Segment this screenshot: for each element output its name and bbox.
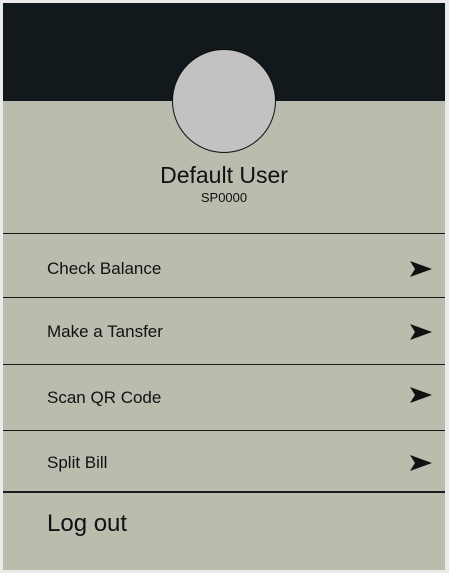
arrow-right-icon [410,455,432,471]
menu-item-split-bill[interactable]: Split Bill [3,431,445,493]
menu-item-scan-qr-code[interactable]: Scan QR Code [3,365,445,427]
profile-menu-panel: Default User SP0000 Check Balance Make a… [3,3,445,570]
arrow-right-icon [410,261,432,277]
user-name: Default User [160,162,288,188]
arrow-right-icon [410,324,432,340]
menu-item-make-transfer[interactable]: Make a Tansfer [3,298,445,360]
menu-item-check-balance[interactable]: Check Balance [3,234,445,296]
menu-item-label: Check Balance [47,259,162,278]
menu-item-label: Make a Tansfer [47,322,163,341]
menu-item-label: Scan QR Code [47,388,162,407]
logout-button[interactable]: Log out [47,509,127,539]
avatar [172,49,276,153]
arrow-right-icon [410,387,432,403]
menu-item-label: Split Bill [47,453,108,472]
user-id: SP0000 [200,190,248,205]
divider [3,491,445,493]
